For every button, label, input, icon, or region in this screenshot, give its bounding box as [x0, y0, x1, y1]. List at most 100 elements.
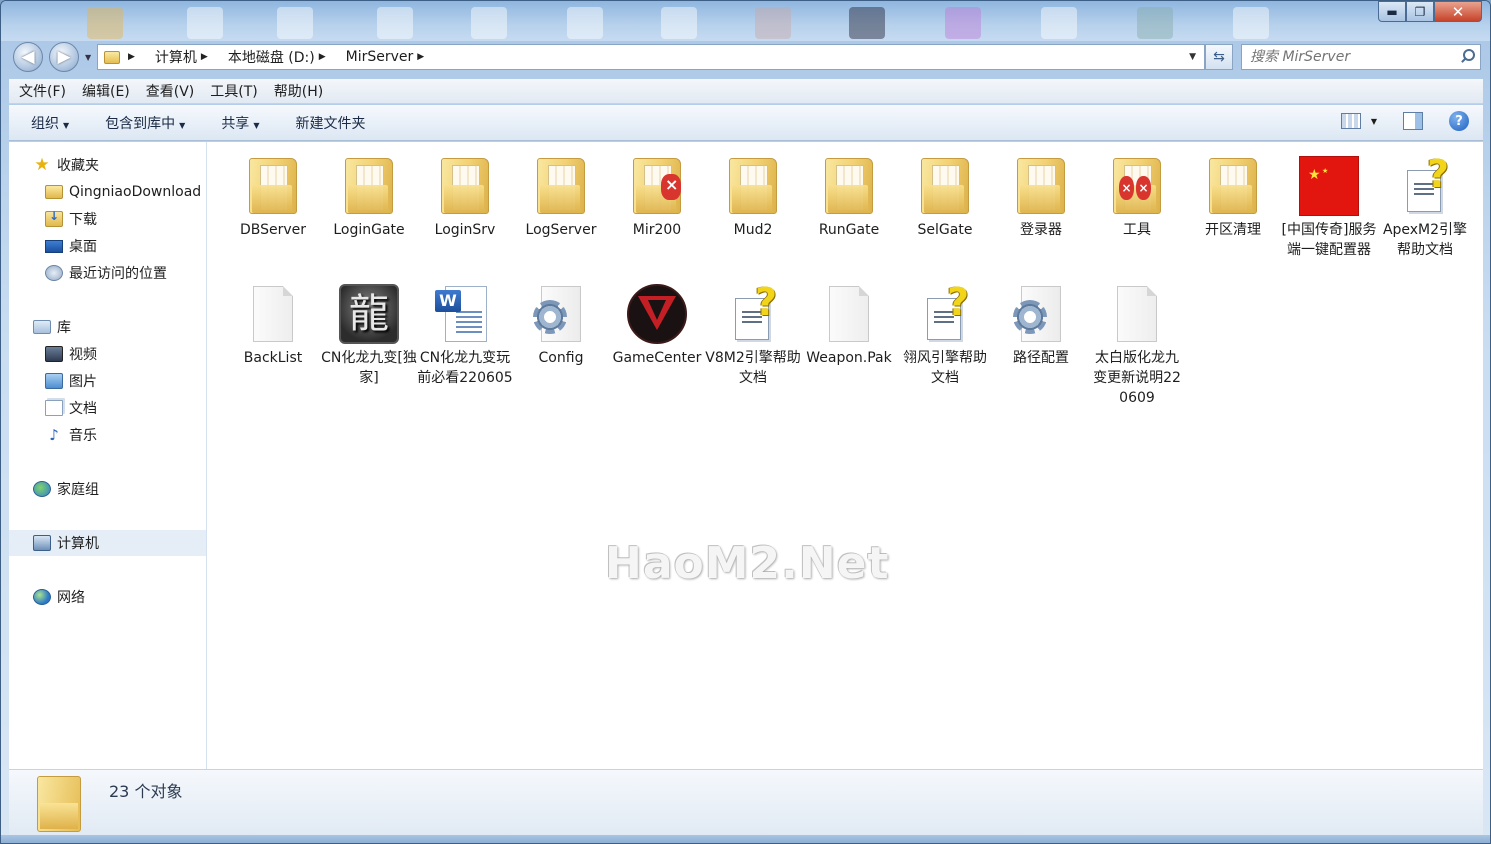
nav-label: 计算机	[57, 536, 99, 552]
view-dropdown-icon[interactable]: ▼	[1371, 117, 1377, 126]
file-item-logingate[interactable]: LoginGate	[321, 154, 417, 240]
preview-pane-icon[interactable]	[1403, 112, 1423, 130]
breadcrumb-item[interactable]: 本地磁盘 (D:) ▶	[228, 47, 336, 67]
file-item-cn-dragon[interactable]: 龍 CN化龙九变[独家]	[321, 282, 417, 388]
share-label: 共享	[221, 115, 250, 132]
recent-places-icon	[45, 265, 63, 281]
folder-icon	[529, 154, 593, 218]
file-item-path-config[interactable]: 路径配置	[993, 282, 1089, 368]
forward-button[interactable]: ▶	[49, 42, 79, 72]
title-bar[interactable]: ▬ ❐ ✕	[1, 1, 1490, 41]
nav-homegroup[interactable]: 家庭组	[9, 476, 206, 502]
file-item-mir200[interactable]: Mir200	[609, 154, 705, 240]
file-item-weapon-pak[interactable]: Weapon.Pak	[801, 282, 897, 368]
file-item-selgate[interactable]: SelGate	[897, 154, 993, 240]
search-icon[interactable]	[1460, 49, 1475, 63]
file-item-apexm2-help[interactable]: ? ApexM2引擎帮助文档	[1377, 154, 1473, 260]
file-item-loginsrv[interactable]: LoginSrv	[417, 154, 513, 240]
search-box[interactable]	[1241, 44, 1481, 70]
folder-icon	[433, 154, 497, 218]
explorer-window: ▬ ❐ ✕ ◀ ▶ ▼ ▶ 计算机 ▶ 本地磁盘 (D:) ▶ MirServer ▶…	[0, 0, 1491, 844]
chevron-right-icon[interactable]: ▶	[417, 52, 424, 62]
menu-view[interactable]: 查看(V)	[146, 81, 195, 101]
nav-label: 家庭组	[57, 482, 99, 498]
address-bar[interactable]: ▶ 计算机 ▶ 本地磁盘 (D:) ▶ MirServer ▶ ▼	[97, 44, 1205, 70]
include-in-library-button[interactable]: 包含到库中 ▼	[105, 113, 185, 133]
ghost-taskbar-icon	[1041, 7, 1077, 39]
minimize-button[interactable]: ▬	[1378, 1, 1406, 22]
command-bar: 组织 ▼ 包含到库中 ▼ 共享 ▼ 新建文件夹 ▼ ?	[9, 105, 1483, 141]
file-label: Mud2	[733, 222, 773, 238]
nav-item-recent-places[interactable]: 最近访问的位置	[9, 260, 206, 286]
new-folder-button[interactable]: 新建文件夹	[295, 113, 365, 133]
close-button[interactable]: ✕	[1434, 1, 1482, 22]
folder-badge-icon	[625, 154, 689, 218]
folder-icon	[104, 50, 120, 64]
folder-icon	[1009, 154, 1073, 218]
nav-computer[interactable]: 计算机	[9, 530, 206, 556]
nav-item-pictures[interactable]: 图片	[9, 368, 206, 394]
nav-libraries[interactable]: 库	[9, 314, 206, 340]
config-file-icon	[1009, 282, 1073, 346]
file-item-tools[interactable]: × × 工具	[1089, 154, 1185, 240]
computer-icon	[33, 535, 51, 551]
window-controls: ▬ ❐ ✕	[1378, 1, 1482, 23]
organize-button[interactable]: 组织 ▼	[31, 113, 69, 133]
back-arrow-icon: ◀	[21, 47, 35, 67]
breadcrumb-item[interactable]: 计算机 ▶	[155, 47, 218, 67]
share-button[interactable]: 共享 ▼	[221, 113, 259, 133]
nav-item-documents[interactable]: 文档	[9, 395, 206, 421]
menu-tools[interactable]: 工具(T)	[210, 81, 257, 101]
search-input[interactable]	[1250, 49, 1450, 65]
nav-network[interactable]: 网络	[9, 584, 206, 610]
file-item-gamecenter[interactable]: GameCenter	[609, 282, 705, 368]
file-item-server-cleanup[interactable]: 开区清理	[1185, 154, 1281, 240]
nav-label: 音乐	[69, 428, 97, 444]
file-item-update-notes[interactable]: 太白版化龙九变更新说明220609	[1089, 282, 1185, 408]
menu-help[interactable]: 帮助(H)	[274, 81, 323, 101]
breadcrumb-item[interactable]: MirServer ▶	[346, 49, 435, 65]
nav-item-downloads[interactable]: 下载	[9, 206, 206, 232]
address-history-dropdown-icon[interactable]: ▼	[1189, 52, 1196, 62]
file-item-v8m2-help[interactable]: ? V8M2引擎帮助文档	[705, 282, 801, 388]
menu-file[interactable]: 文件(F)	[19, 81, 66, 101]
nav-item-qingniao[interactable]: QingniaoDownload	[9, 179, 206, 205]
recent-pages-dropdown-icon[interactable]: ▼	[85, 53, 91, 62]
chevron-right-icon[interactable]: ▶	[201, 52, 208, 62]
file-label: DBServer	[239, 222, 307, 238]
documents-icon	[45, 400, 63, 416]
videos-icon	[45, 346, 63, 362]
change-view-icon[interactable]	[1340, 113, 1361, 129]
refresh-button[interactable]: ⇆	[1205, 44, 1233, 70]
nav-item-music[interactable]: ♪ 音乐	[9, 422, 206, 448]
file-label: [中国传奇]服务端一键配置器	[1281, 222, 1377, 258]
file-item-launcher[interactable]: 登录器	[993, 154, 1089, 240]
menu-edit[interactable]: 编辑(E)	[82, 81, 130, 101]
nav-item-desktop[interactable]: 桌面	[9, 233, 206, 259]
file-item-logserver[interactable]: LogServer	[513, 154, 609, 240]
music-icon: ♪	[49, 426, 59, 444]
maximize-button[interactable]: ❐	[1406, 1, 1434, 22]
nav-favorites[interactable]: ★ 收藏夹	[9, 152, 206, 178]
navigation-pane[interactable]: ★ 收藏夹 QingniaoDownload 下载 桌面 最近访问的位置 库 视频…	[9, 142, 207, 769]
file-item-lingfeng-help[interactable]: ? 翎风引擎帮助文档	[897, 282, 993, 388]
file-label: CN化龙九变玩前必看220605	[417, 350, 513, 386]
help-doc-icon: ?	[721, 282, 785, 346]
file-item-config[interactable]: Config	[513, 282, 609, 368]
back-button[interactable]: ◀	[13, 42, 43, 72]
file-label: RunGate	[818, 222, 880, 238]
chevron-right-icon[interactable]: ▶	[319, 52, 326, 62]
file-item-dbserver[interactable]: DBServer	[225, 154, 321, 240]
file-item-config-tool[interactable]: [中国传奇]服务端一键配置器	[1281, 154, 1377, 260]
blank-file-icon	[1105, 282, 1169, 346]
nav-item-videos[interactable]: 视频	[9, 341, 206, 367]
file-item-readme-doc[interactable]: W CN化龙九变玩前必看220605	[417, 282, 513, 388]
file-item-backlist[interactable]: BackList	[225, 282, 321, 368]
file-item-rungate[interactable]: RunGate	[801, 154, 897, 240]
help-icon[interactable]: ?	[1449, 111, 1469, 131]
menu-bar: 文件(F) 编辑(E) 查看(V) 工具(T) 帮助(H)	[9, 79, 1483, 104]
breadcrumb-root-arrow[interactable]: ▶	[124, 52, 145, 62]
file-item-mud2[interactable]: Mud2	[705, 154, 801, 240]
organize-label: 组织	[31, 115, 59, 132]
ghost-taskbar-icon	[1137, 7, 1173, 39]
